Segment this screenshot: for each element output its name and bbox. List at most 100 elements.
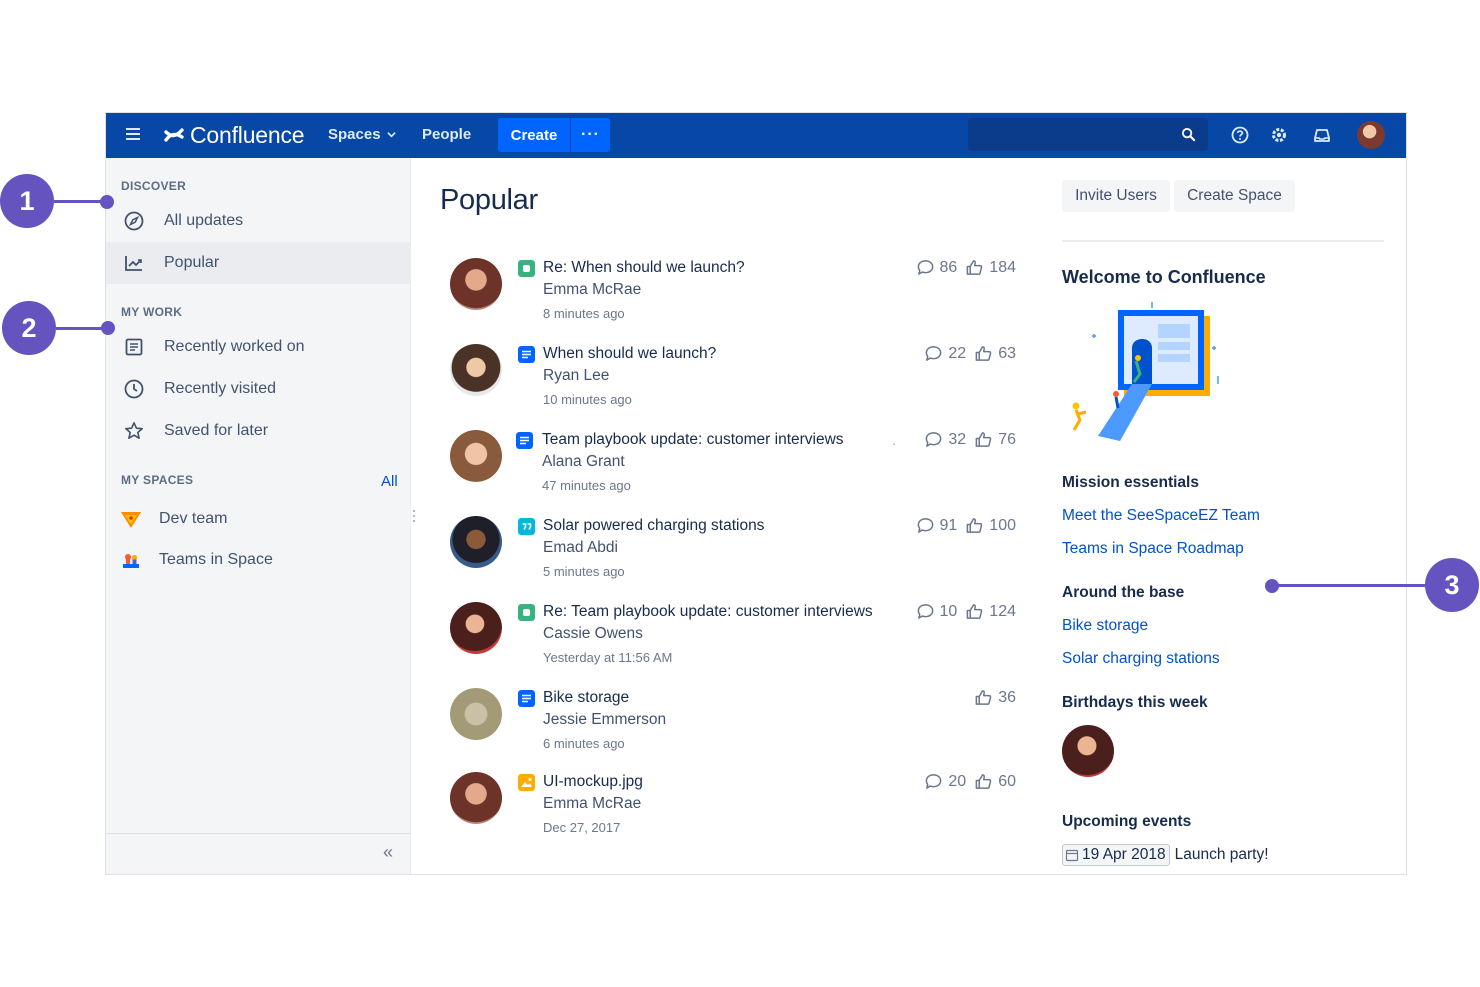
sidebar-item-label: Dev team <box>159 510 228 527</box>
avatar[interactable] <box>450 688 502 740</box>
feed-item[interactable]: UI-mockup.jpg Emma McRae Dec 27, 2017 20… <box>412 764 1032 846</box>
callout-3-line <box>1272 584 1425 587</box>
feed-item-time: 6 minutes ago <box>543 736 625 751</box>
around-link-solar-charging[interactable]: Solar charging stations <box>1062 650 1220 668</box>
feed-item-author[interactable]: Ryan Lee <box>543 367 609 385</box>
feed-item-title[interactable]: When should we launch? <box>543 345 716 363</box>
spaces-label: Spaces <box>328 126 381 143</box>
sidebar-item-label: Saved for later <box>164 422 269 439</box>
feed-item-author[interactable]: Alana Grant <box>542 453 625 471</box>
like-icon[interactable] <box>974 772 993 791</box>
feed-item-title[interactable]: Team playbook update: customer interview… <box>542 431 844 449</box>
right-panel: Invite Users Create Space Welcome to Con… <box>1062 158 1406 874</box>
sidebar-item-recently-visited[interactable]: Recently visited <box>106 368 411 410</box>
feed-item-author[interactable]: Emad Abdi <box>543 539 618 557</box>
feed-item-author[interactable]: Cassie Owens <box>543 625 643 643</box>
search-box[interactable] <box>968 118 1208 151</box>
trending-icon <box>125 256 142 271</box>
sidebar-item-label: Popular <box>164 254 220 271</box>
avatar[interactable] <box>450 344 502 396</box>
sidebar-item-popular[interactable]: Popular <box>106 242 411 284</box>
sidebar-item-label: Recently worked on <box>164 338 305 355</box>
feed-item-stats: 36 <box>966 688 1016 707</box>
comment-icon <box>926 346 942 361</box>
compass-icon <box>124 211 144 231</box>
feed-item-author[interactable]: Emma McRae <box>543 795 641 813</box>
feed-item-title[interactable]: Bike storage <box>543 689 629 707</box>
like-count: 100 <box>989 516 1016 534</box>
quote-type-icon <box>518 518 535 535</box>
create-button[interactable]: Create <box>498 118 570 152</box>
feed-item[interactable]: Bike storage Jessie Emmerson 6 minutes a… <box>412 680 1032 762</box>
like-icon[interactable] <box>974 688 993 707</box>
like-count: 36 <box>998 688 1016 706</box>
feed-item-author[interactable]: Jessie Emmerson <box>543 711 666 729</box>
search-input[interactable] <box>976 123 1172 145</box>
menu-icon[interactable] <box>126 125 144 145</box>
feed-item[interactable]: Re: When should we launch? Emma McRae 8 … <box>412 250 1032 332</box>
comment-count: 10 <box>939 602 958 620</box>
people-link[interactable]: People <box>422 126 471 143</box>
page-type-icon <box>516 432 533 449</box>
feed-item-title[interactable]: Solar powered charging stations <box>543 517 764 535</box>
page-title: Popular <box>440 184 538 216</box>
like-icon[interactable] <box>965 602 984 621</box>
comment-count: 22 <box>948 344 967 362</box>
avatar[interactable] <box>450 772 502 824</box>
like-count: 60 <box>998 772 1016 790</box>
like-icon[interactable] <box>965 258 984 277</box>
feed-item[interactable]: Solar powered charging stations Emad Abd… <box>412 508 1032 590</box>
event-date-text: 19 Apr 2018 <box>1082 846 1166 863</box>
like-icon[interactable] <box>974 344 993 363</box>
spaces-menu[interactable]: Spaces <box>328 126 396 143</box>
avatar[interactable] <box>450 516 502 568</box>
sidebar-item-recently-worked-on[interactable]: Recently worked on <box>106 326 411 368</box>
feed-item[interactable]: Re: Team playbook update: customer inter… <box>412 594 1032 676</box>
mission-link-seespaceez-team[interactable]: Meet the SeeSpaceEZ Team <box>1062 507 1260 525</box>
like-count: 76 <box>998 430 1016 448</box>
feed-item-title[interactable]: Re: Team playbook update: customer inter… <box>543 603 873 621</box>
comment-icon <box>926 774 942 789</box>
star-icon <box>125 422 143 439</box>
avatar[interactable] <box>450 602 502 654</box>
feed-item[interactable]: Team playbook update: customer interview… <box>412 422 1032 504</box>
invite-users-button[interactable]: Invite Users <box>1062 180 1170 212</box>
event-item[interactable]: 19 Apr 2018 Launch party! <box>1062 844 1269 866</box>
mission-link-roadmap[interactable]: Teams in Space Roadmap <box>1062 540 1244 558</box>
sidebar-item-teams-in-space[interactable]: Teams in Space <box>106 539 411 581</box>
notifications-icon[interactable] <box>1312 125 1332 145</box>
user-avatar[interactable] <box>1357 121 1385 149</box>
all-spaces-link[interactable]: All <box>381 473 398 490</box>
create-space-button[interactable]: Create Space <box>1174 180 1295 212</box>
feed-item-author[interactable]: Emma McRae <box>543 281 641 299</box>
around-link-bike-storage[interactable]: Bike storage <box>1062 617 1148 635</box>
feed-item-title[interactable]: Re: When should we launch? <box>543 259 745 277</box>
avatar[interactable] <box>450 258 502 310</box>
sidebar-item-dev-team[interactable]: Dev team <box>106 498 411 540</box>
confluence-logo[interactable]: Confluence <box>164 121 305 149</box>
callout-1: 1 <box>0 174 54 228</box>
birthday-avatar[interactable] <box>1062 725 1114 777</box>
callout-1-dot <box>100 195 114 209</box>
comment-icon <box>917 604 933 619</box>
sidebar-item-saved-for-later[interactable]: Saved for later <box>106 410 411 452</box>
callout-1-line <box>54 200 106 203</box>
comment-icon <box>926 432 942 447</box>
gear-icon[interactable] <box>1269 125 1289 145</box>
avatar[interactable] <box>450 430 502 482</box>
like-icon[interactable] <box>974 430 993 449</box>
search-icon[interactable] <box>1181 127 1196 142</box>
sidebar-item-label: Recently visited <box>164 380 277 397</box>
sidebar-item-all-updates[interactable]: All updates <box>106 200 411 242</box>
like-icon[interactable] <box>965 516 984 535</box>
calendar-icon <box>1065 849 1079 862</box>
help-icon[interactable] <box>1230 125 1250 145</box>
double-chevron-left-icon[interactable]: « <box>383 842 393 863</box>
comment-count: 32 <box>948 430 967 448</box>
birthdays-heading: Birthdays this week <box>1062 694 1208 711</box>
clock-icon <box>124 379 144 399</box>
feed-item-title[interactable]: UI-mockup.jpg <box>543 773 643 791</box>
collapse-sidebar[interactable]: « <box>106 833 411 874</box>
create-more-button[interactable]: ··· <box>571 118 610 152</box>
feed-item[interactable]: When should we launch? Ryan Lee 10 minut… <box>412 336 1032 418</box>
